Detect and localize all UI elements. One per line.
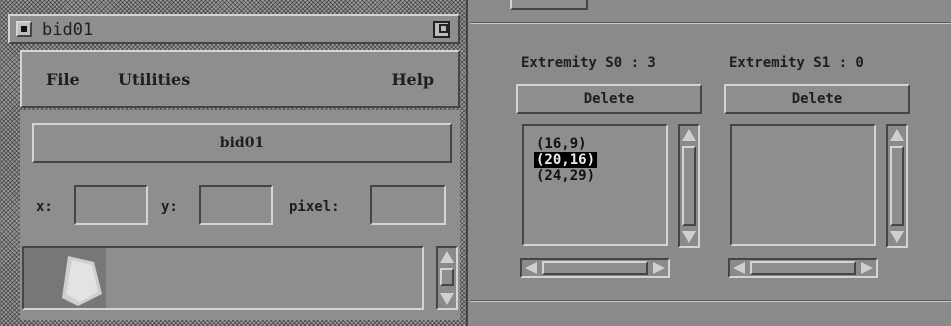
- scroll-down-arrow-icon[interactable]: [440, 292, 454, 306]
- pixel-label: pixel:: [289, 199, 340, 215]
- scroll-down-arrow-icon[interactable]: [682, 230, 696, 244]
- scroll-down-arrow-icon[interactable]: [890, 230, 904, 244]
- bottom-rule: [470, 300, 951, 302]
- s1-vertical-scrollbar[interactable]: [886, 124, 908, 248]
- list-item[interactable]: (16,9): [534, 136, 589, 152]
- scroll-thumb[interactable]: [682, 146, 696, 226]
- menu-file[interactable]: File: [46, 72, 80, 88]
- scroll-right-arrow-icon[interactable]: [860, 262, 874, 276]
- s1-point-list[interactable]: [730, 124, 876, 246]
- list-item-selected[interactable]: (20,16): [534, 152, 598, 168]
- y-label: y:: [161, 199, 178, 215]
- menu-bar: File Utilities Help: [20, 50, 460, 108]
- scroll-left-arrow-icon[interactable]: [732, 262, 746, 276]
- scroll-up-arrow-icon[interactable]: [440, 250, 454, 264]
- x-label: x:: [36, 199, 53, 215]
- s0-horizontal-scrollbar[interactable]: [520, 258, 670, 278]
- scroll-thumb[interactable]: [750, 261, 856, 275]
- top-rule: [470, 22, 951, 24]
- s0-point-list[interactable]: (16,9) (20,16) (24,29): [522, 124, 668, 246]
- window-menu-icon[interactable]: [16, 21, 32, 37]
- x-field[interactable]: [74, 185, 148, 225]
- s1-horizontal-scrollbar[interactable]: [728, 258, 878, 278]
- pixel-field[interactable]: [370, 185, 446, 225]
- extremity-s0-header: Extremity S0 : 3: [521, 55, 656, 71]
- scroll-left-arrow-icon[interactable]: [524, 262, 538, 276]
- image-name-button[interactable]: bid01: [32, 123, 452, 163]
- maximize-icon[interactable]: [433, 21, 450, 38]
- top-partial-button[interactable]: [510, 0, 588, 10]
- list-item[interactable]: (24,29): [534, 168, 597, 184]
- scroll-right-arrow-icon[interactable]: [652, 262, 666, 276]
- scroll-thumb[interactable]: [890, 146, 904, 226]
- scroll-up-arrow-icon[interactable]: [682, 128, 696, 142]
- scroll-thumb[interactable]: [542, 261, 648, 275]
- thumbnail-image[interactable]: [24, 248, 106, 308]
- menu-utilities[interactable]: Utilities: [118, 72, 190, 88]
- extremity-s1-header: Extremity S1 : 0: [729, 55, 864, 71]
- thumbnail-strip: [22, 246, 424, 310]
- y-field[interactable]: [199, 185, 273, 225]
- title-bar[interactable]: bid01: [8, 14, 460, 44]
- menu-help[interactable]: Help: [391, 72, 434, 88]
- delete-s1-button[interactable]: Delete: [724, 84, 910, 114]
- window-title: bid01: [42, 20, 94, 40]
- thumbnail-scrollbar[interactable]: [436, 246, 458, 310]
- scroll-up-arrow-icon[interactable]: [890, 128, 904, 142]
- s0-vertical-scrollbar[interactable]: [678, 124, 700, 248]
- scroll-thumb[interactable]: [440, 268, 454, 286]
- delete-s0-button[interactable]: Delete: [516, 84, 702, 114]
